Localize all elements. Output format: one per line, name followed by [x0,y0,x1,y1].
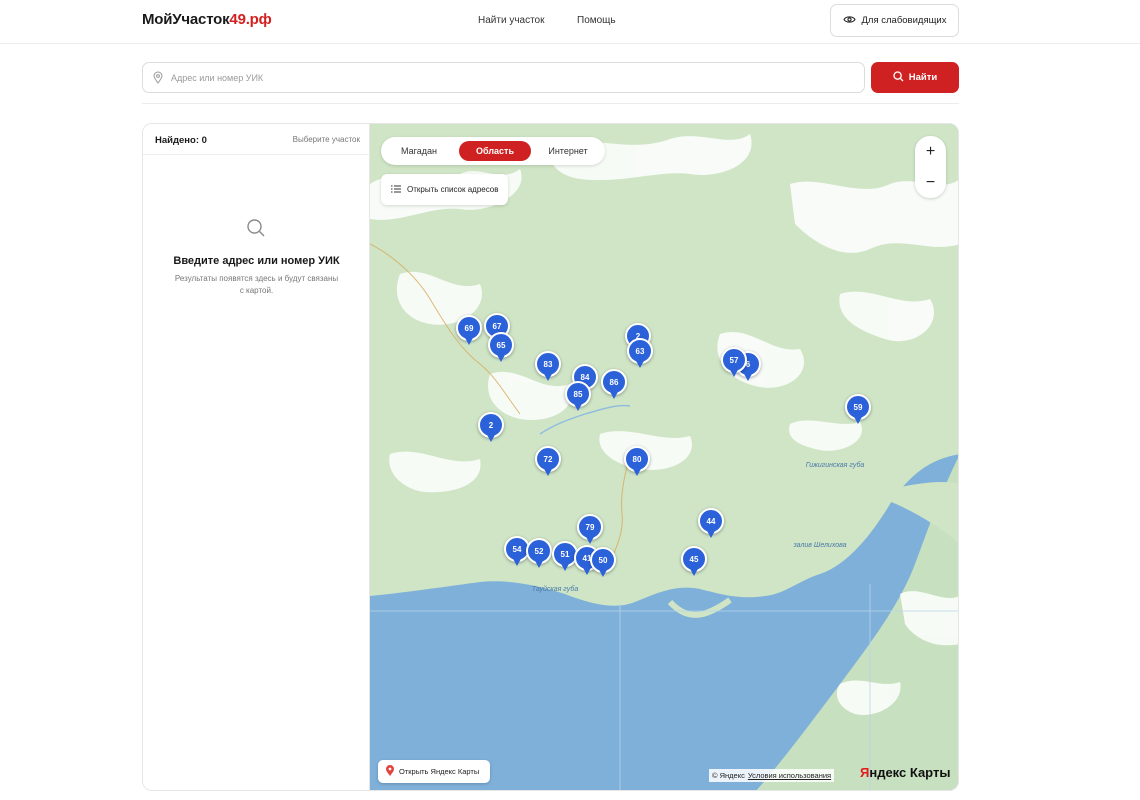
list-icon [391,185,401,195]
tab-magadan[interactable]: Магадан [387,141,451,161]
location-pin-icon [153,71,163,89]
map-background [370,124,958,790]
precinct-marker[interactable]: 2 [478,412,504,444]
results-header: Найдено: 0 Выберите участок [143,124,370,155]
precinct-marker[interactable]: 80 [624,446,650,478]
terms-of-use-link[interactable]: Условия использования [748,771,831,780]
address-search-box [142,62,865,93]
yandex-maps-logo[interactable]: Яндекс Карты [860,765,950,780]
precinct-marker[interactable]: 44 [698,508,724,540]
map-view[interactable]: Тауйская губа Гижигинская губа залив Шел… [370,124,958,790]
map-label-shelikhov-gulf: залив Шелихова [793,542,847,549]
nav-help[interactable]: Помощь [577,15,616,26]
zoom-out-button[interactable]: − [915,167,946,198]
results-count: Найдено: 0 [155,135,207,146]
open-yandex-maps-label: Открыть Яндекс Карты [399,767,480,776]
precinct-marker[interactable]: 85 [565,381,591,413]
precinct-marker[interactable]: 63 [627,338,653,370]
open-address-list-label: Открыть список адресов [407,185,499,194]
find-button[interactable]: Найти [871,62,959,93]
map-label-tauy-bay: Тауйская губа [531,586,579,593]
empty-state-subtitle: Результаты появятся здесь и будут связан… [174,274,339,295]
address-search-input[interactable] [171,70,851,86]
choose-precinct-hint: Выберите участок [292,135,360,144]
precinct-marker[interactable]: 72 [535,446,561,478]
precinct-marker[interactable]: 69 [456,315,482,347]
map-label-gizhiga-bay: Гижигинская губа [805,462,865,469]
region-segmented-control: Магадан Область Интернет [381,137,605,165]
map-copyright: © Яндекс Условия использования [709,769,835,782]
search-icon [246,218,266,243]
location-pin-icon [386,765,394,778]
precinct-marker[interactable]: 83 [535,351,561,383]
top-header: МойУчасток49.рф Найти участок Помощь Для… [0,0,1140,44]
precinct-marker[interactable]: 79 [577,514,603,546]
accessibility-label: Для слабовидящих [861,15,947,26]
eye-icon [842,15,856,27]
precinct-marker[interactable]: 50 [590,547,616,579]
precinct-marker[interactable]: 45 [681,546,707,578]
precinct-marker[interactable]: 59 [845,394,871,426]
tab-oblast[interactable]: Область [459,141,531,161]
open-address-list-button[interactable]: Открыть список адресов [381,174,508,205]
results-map-panel: Найдено: 0 Выберите участок Введите адре… [142,123,959,791]
find-button-label: Найти [908,72,938,83]
search-icon [893,70,904,85]
site-logo[interactable]: МойУчасток49.рф [142,11,272,28]
results-sidebar: Найдено: 0 Выберите участок Введите адре… [143,124,370,790]
accessibility-button[interactable]: Для слабовидящих [830,4,959,37]
nav-find-precinct[interactable]: Найти участок [478,15,545,26]
precinct-marker[interactable]: 86 [601,369,627,401]
divider [142,103,959,104]
tab-internet[interactable]: Интернет [537,141,599,161]
open-yandex-maps-button[interactable]: Открыть Яндекс Карты [378,760,490,783]
precinct-marker[interactable]: 57 [721,347,747,379]
precinct-marker[interactable]: 52 [526,538,552,570]
zoom-in-button[interactable]: + [915,136,946,167]
precinct-marker[interactable]: 65 [488,332,514,364]
copyright-text: © Яндекс [712,771,745,780]
empty-state-title: Введите адрес или номер УИК [173,255,340,267]
zoom-control: + − [915,136,946,198]
